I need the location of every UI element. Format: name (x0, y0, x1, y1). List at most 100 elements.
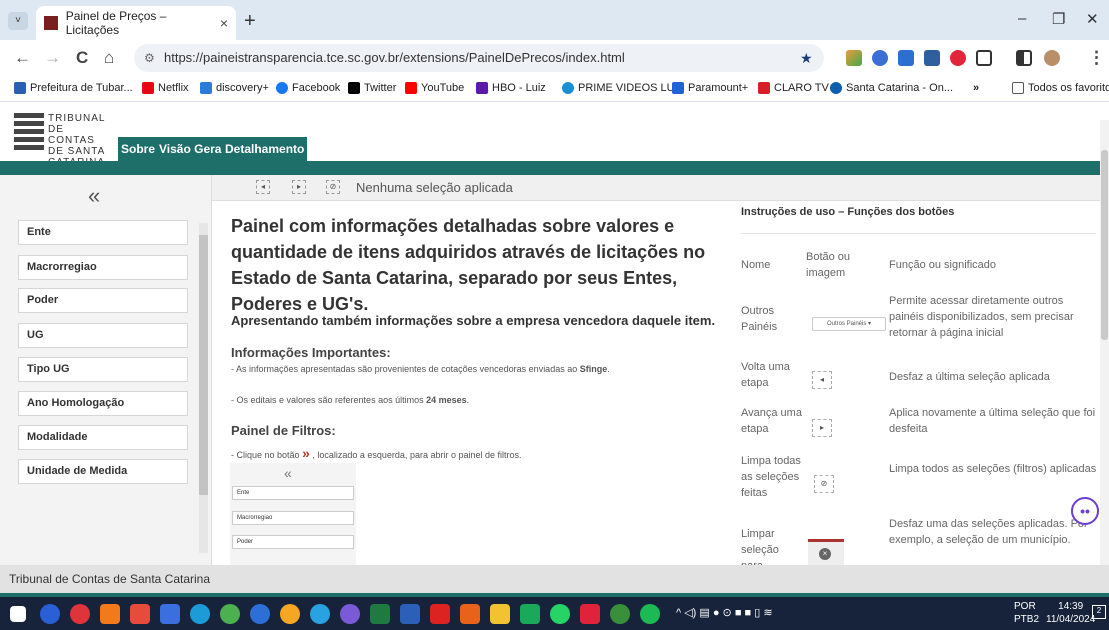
windows-taskbar: ^ ◁) ▤ ● ⊙ ■ ■ ▯ ≋ POR PTB2 14:39 11/04/20… (0, 597, 1109, 630)
tab-close-icon[interactable]: × (220, 15, 228, 31)
app-icon[interactable] (610, 604, 630, 624)
back-button[interactable]: ← (14, 48, 31, 68)
row-name: Avança uma etapa (741, 407, 802, 435)
bookmark-favicon-icon (142, 82, 154, 94)
row-function: Aplica novamente a última seleção que fo… (889, 407, 1096, 435)
side-panel-icon[interactable] (1016, 50, 1032, 66)
expand-filters-icon: » (302, 445, 310, 461)
forward-button[interactable]: → (44, 48, 61, 68)
clear-selections-icon[interactable]: ⊘ (326, 180, 340, 194)
filter-poder[interactable]: Poder (18, 288, 188, 313)
profile-avatar[interactable] (1044, 50, 1060, 66)
extension-icon[interactable] (898, 50, 914, 66)
language-indicator[interactable]: POR PTB2 (1014, 600, 1039, 626)
mail-app-icon[interactable] (70, 604, 90, 624)
word-app-icon[interactable] (400, 604, 420, 624)
firefox-app-icon[interactable] (280, 604, 300, 624)
app-icon[interactable] (160, 604, 180, 624)
close-circle-icon: × (819, 548, 831, 560)
filter-ente[interactable]: Ente (18, 220, 188, 245)
bookmark-item[interactable]: Twitter (348, 82, 396, 94)
filter-ano-homologacao[interactable]: Ano Homologação (18, 391, 188, 416)
app-icon[interactable] (250, 604, 270, 624)
telegram-app-icon[interactable] (310, 604, 330, 624)
bookmark-favicon-icon (830, 82, 842, 94)
tab-visao-geral[interactable]: Visão Geral (156, 137, 228, 161)
tab-favicon-icon (44, 16, 58, 30)
restore-button[interactable]: ❐ (1052, 10, 1065, 28)
filter-tipo-ug[interactable]: Tipo UG (18, 357, 188, 382)
extension-icon[interactable] (872, 50, 888, 66)
system-tray-icons[interactable]: ^ ◁) ▤ ● ⊙ ■ ■ ▯ ≋ (676, 606, 773, 619)
edge-app-icon[interactable] (190, 604, 210, 624)
extension-icon[interactable] (924, 50, 940, 66)
new-tab-button[interactable]: + (244, 10, 256, 33)
bookmark-item[interactable]: HBO - Luiz (476, 82, 546, 94)
app-icon[interactable] (130, 604, 150, 624)
windows-start-icon[interactable] (10, 606, 26, 622)
extension-icon[interactable] (846, 50, 862, 66)
tab-search-button[interactable]: ˅ (8, 12, 28, 30)
filters-note: - Clique no botão » , localizado a esque… (231, 445, 522, 461)
bookmark-item[interactable]: discovery+ (200, 82, 269, 94)
bookmark-item[interactable]: PRIME VIDEOS LUIZ (562, 82, 684, 94)
browser-menu-icon[interactable]: ⋮ (1088, 48, 1105, 68)
step-back-icon[interactable]: ◂ (256, 180, 270, 194)
site-info-icon[interactable]: ⚙ (144, 44, 155, 72)
bookmarks-overflow-button[interactable]: » (973, 82, 979, 94)
app-icon[interactable] (520, 604, 540, 624)
app-icon[interactable] (340, 604, 360, 624)
extensions-puzzle-icon[interactable] (976, 50, 992, 66)
collapse-sidebar-icon[interactable]: « (88, 183, 100, 209)
vlc-app-icon[interactable] (100, 604, 120, 624)
excel-app-icon[interactable] (370, 604, 390, 624)
bookmark-item[interactable]: Netflix (142, 82, 189, 94)
bookmark-item[interactable]: Santa Catarina - On... (830, 82, 953, 94)
sidebar-scroll-thumb[interactable] (199, 235, 208, 495)
tce-sc-logo: TRIBUNAL DE CONTAS DE SANTA CATARINA (14, 113, 114, 168)
clear-selections-icon: ⊘ (814, 475, 834, 493)
info-note-1: - As informações apresentadas são proven… (231, 364, 610, 374)
row-name: Limpar seleção para (741, 528, 779, 565)
file-explorer-icon[interactable] (490, 604, 510, 624)
address-bar[interactable]: ⚙ https://paineistransparencia.tce.sc.go… (134, 44, 824, 72)
chat-assistant-icon[interactable]: •• (1071, 497, 1099, 525)
filter-macrorregiao[interactable]: Macrorregiao (18, 255, 188, 280)
filter-unidade-medida[interactable]: Unidade de Medida (18, 459, 188, 484)
selection-bar: ◂ ▸ ⊘ Nenhuma seleção aplicada (212, 175, 1109, 201)
zoom-app-icon[interactable] (40, 604, 60, 624)
chrome-app-icon[interactable] (220, 604, 240, 624)
extension-icon[interactable] (950, 50, 966, 66)
step-forward-icon[interactable]: ▸ (292, 180, 306, 194)
page-scroll-thumb[interactable] (1101, 150, 1108, 340)
app-icon[interactable] (460, 604, 480, 624)
minimize-button[interactable]: – (1018, 10, 1026, 27)
bookmark-item[interactable]: CLARO TV (758, 82, 829, 94)
bookmark-item[interactable]: Paramount+ (672, 82, 748, 94)
pdf-app-icon[interactable] (430, 604, 450, 624)
bookmark-star-icon[interactable]: ★ (800, 44, 813, 72)
tab-sobre[interactable]: Sobre (118, 137, 159, 161)
clock[interactable]: 14:39 11/04/2024 (1046, 600, 1095, 626)
bookmark-item[interactable]: Prefeitura de Tubar... (14, 82, 133, 94)
whatsapp-app-icon[interactable] (550, 604, 570, 624)
notifications-icon[interactable]: 2 (1092, 605, 1106, 619)
youtube-app-icon[interactable] (580, 604, 600, 624)
browser-tab[interactable]: Painel de Preços – Licitações × (36, 6, 236, 40)
row-function: Limpa todos as seleções (filtros) aplica… (889, 463, 1097, 475)
row-function: Desfaz a última seleção aplicada (889, 371, 1050, 383)
spotify-app-icon[interactable] (640, 604, 660, 624)
home-button[interactable]: ⌂ (104, 48, 114, 68)
folder-icon (1012, 82, 1024, 94)
tab-detalhamento[interactable]: Detalhamento (222, 137, 308, 161)
bookmark-item[interactable]: Facebook (276, 82, 340, 94)
bookmark-item[interactable]: YouTube (405, 82, 464, 94)
reload-button[interactable]: C (76, 48, 88, 68)
tab-title: Painel de Preços – Licitações (65, 9, 167, 37)
close-window-button[interactable]: ✕ (1086, 10, 1099, 28)
filter-modalidade[interactable]: Modalidade (18, 425, 188, 450)
filter-ug[interactable]: UG (18, 323, 188, 348)
row-function: Desfaz uma das seleções aplicadas. Por e… (889, 518, 1088, 546)
all-bookmarks-button[interactable]: Todos os favoritos (1012, 82, 1109, 94)
row-name: Limpa todas as seleções feitas (741, 455, 801, 499)
